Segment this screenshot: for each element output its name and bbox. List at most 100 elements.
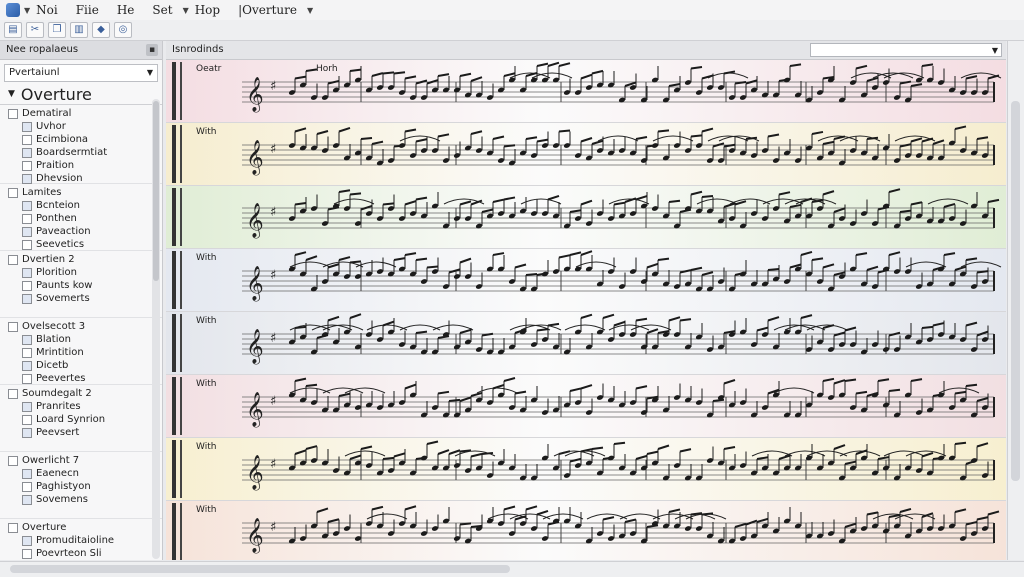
- checkbox[interactable]: [22, 468, 32, 479]
- staff-row[interactable]: 𝄞 ♯: [166, 186, 1006, 249]
- tree-group-title[interactable]: Ovelsecott 3: [8, 320, 162, 333]
- checkbox[interactable]: [22, 373, 32, 384]
- staff-row[interactable]: 𝄞 ♯ With: [166, 501, 1006, 560]
- checkbox[interactable]: [22, 173, 32, 184]
- new-doc-icon[interactable]: ▤: [4, 22, 22, 38]
- checkbox[interactable]: [22, 347, 32, 358]
- tree-item[interactable]: Praition: [8, 159, 162, 172]
- checkbox[interactable]: [8, 321, 18, 332]
- tree-group-title[interactable]: Soumdegalt 2: [8, 387, 162, 400]
- tree-item[interactable]: Sovemens: [8, 493, 162, 506]
- tree-item[interactable]: Poevrteon Sli: [8, 547, 162, 560]
- app-menu-caret-icon[interactable]: ▼: [24, 6, 30, 15]
- checkbox[interactable]: [8, 522, 18, 533]
- sidebar-scroll-thumb[interactable]: [153, 101, 159, 281]
- tree-item[interactable]: Paghistyon: [8, 480, 162, 493]
- tree-group-title[interactable]: Overture: [8, 521, 162, 534]
- menu-item-help[interactable]: Hop: [195, 3, 220, 17]
- checkbox[interactable]: [22, 494, 32, 505]
- vertical-scroll-thumb[interactable]: [1011, 101, 1020, 481]
- checkbox[interactable]: [22, 147, 32, 158]
- tree-item[interactable]: Sovemerts: [8, 292, 162, 305]
- tree-group-title[interactable]: Owerlicht 7: [8, 454, 162, 467]
- checkbox[interactable]: [22, 200, 32, 211]
- checkbox[interactable]: [22, 548, 32, 559]
- horizontal-scrollbar[interactable]: [0, 561, 1024, 577]
- tree-item[interactable]: Plorition: [8, 266, 162, 279]
- checkbox[interactable]: [22, 414, 32, 425]
- set-menu-caret-icon[interactable]: ▼: [183, 6, 189, 15]
- menu-item-he[interactable]: He: [117, 3, 135, 17]
- checkbox[interactable]: [22, 334, 32, 345]
- document-menu-caret-icon[interactable]: ▼: [307, 6, 313, 15]
- checkbox[interactable]: [8, 388, 18, 399]
- tree-item[interactable]: Ponthen: [8, 212, 162, 225]
- paste-icon[interactable]: ▥: [70, 22, 88, 38]
- palette-icon[interactable]: ◆: [92, 22, 110, 38]
- tree-group-title[interactable]: Dvertien 2: [8, 253, 162, 266]
- document-title-menu[interactable]: |Overture: [238, 3, 297, 17]
- checkbox[interactable]: [22, 360, 32, 371]
- checkbox[interactable]: [22, 401, 32, 412]
- tree-item[interactable]: Peevertes: [8, 372, 162, 385]
- tree-group-title[interactable]: Lamites: [8, 186, 162, 199]
- zoom-icon[interactable]: ◎: [114, 22, 132, 38]
- checkbox[interactable]: [22, 481, 32, 492]
- checkbox[interactable]: [22, 121, 32, 132]
- checkbox[interactable]: [22, 226, 32, 237]
- checkbox[interactable]: [8, 254, 18, 265]
- sidebar-selector[interactable]: Pvertaiunl ▼: [4, 64, 158, 82]
- checkbox[interactable]: [22, 293, 32, 304]
- tree-item[interactable]: Eaenecn: [8, 467, 162, 480]
- checkbox[interactable]: [22, 239, 32, 250]
- sidebar-close-icon[interactable]: ▪: [146, 44, 158, 56]
- checkbox[interactable]: [8, 455, 18, 466]
- menu-item-file[interactable]: Fiie: [76, 3, 99, 17]
- tree-item[interactable]: Paunts kow: [8, 279, 162, 292]
- note-beam: [778, 191, 791, 196]
- staff-row[interactable]: 𝄞 ♯ With: [166, 438, 1006, 501]
- sidebar-scrollbar[interactable]: [152, 99, 160, 559]
- staff-row[interactable]: 𝄞 ♯ With: [166, 123, 1006, 186]
- staff-row[interactable]: 𝄞 ♯ With: [166, 312, 1006, 375]
- tree-item[interactable]: Pranrites: [8, 400, 162, 413]
- horizontal-scroll-thumb[interactable]: [10, 565, 510, 573]
- tree-item[interactable]: Peevsert: [8, 426, 162, 439]
- staff-row[interactable]: 𝄞 ♯ With: [166, 375, 1006, 438]
- tree-item-label: Sovemerts: [36, 293, 90, 304]
- vertical-scrollbar[interactable]: [1007, 41, 1024, 560]
- tree-group-title[interactable]: Dematiral: [8, 107, 162, 120]
- tree-item[interactable]: Promuditaioline: [8, 534, 162, 547]
- expand-triangle-icon[interactable]: ▼: [8, 89, 15, 99]
- tree-item[interactable]: Uvhor: [8, 120, 162, 133]
- tree-item[interactable]: Loard Synrion: [8, 413, 162, 426]
- chevron-down-icon[interactable]: ▼: [147, 65, 153, 81]
- checkbox[interactable]: [22, 535, 32, 546]
- checkbox[interactable]: [22, 267, 32, 278]
- tree-item[interactable]: Bcnteion: [8, 199, 162, 212]
- copy-icon[interactable]: ❐: [48, 22, 66, 38]
- search-input[interactable]: ▼: [810, 43, 1002, 57]
- tree-item[interactable]: Paveaction: [8, 225, 162, 238]
- staff-row[interactable]: 𝄞 ♯ Oeatr Horh: [166, 60, 1006, 123]
- checkbox[interactable]: [8, 108, 18, 119]
- tree-item[interactable]: Ecimbiona: [8, 133, 162, 146]
- checkbox[interactable]: [22, 134, 32, 145]
- menu-item-noi[interactable]: Noi: [36, 3, 58, 17]
- app-icon[interactable]: [6, 3, 20, 17]
- checkbox[interactable]: [22, 280, 32, 291]
- tree-item[interactable]: Blation: [8, 333, 162, 346]
- tree-item[interactable]: Boardsermtiat: [8, 146, 162, 159]
- checkbox[interactable]: [22, 427, 32, 438]
- tree-item[interactable]: Mrintition: [8, 346, 162, 359]
- tree-item[interactable]: Dicetb: [8, 359, 162, 372]
- staff-row[interactable]: 𝄞 ♯ With: [166, 249, 1006, 312]
- menu-item-set[interactable]: Set: [152, 3, 172, 17]
- checkbox[interactable]: [22, 160, 32, 171]
- tree-item[interactable]: Seevetics: [8, 238, 162, 251]
- tree-root[interactable]: ▼ Overture: [0, 84, 162, 105]
- search-dropdown-icon[interactable]: ▼: [992, 42, 998, 60]
- checkbox[interactable]: [22, 213, 32, 224]
- checkbox[interactable]: [8, 187, 18, 198]
- cut-icon[interactable]: ✂: [26, 22, 44, 38]
